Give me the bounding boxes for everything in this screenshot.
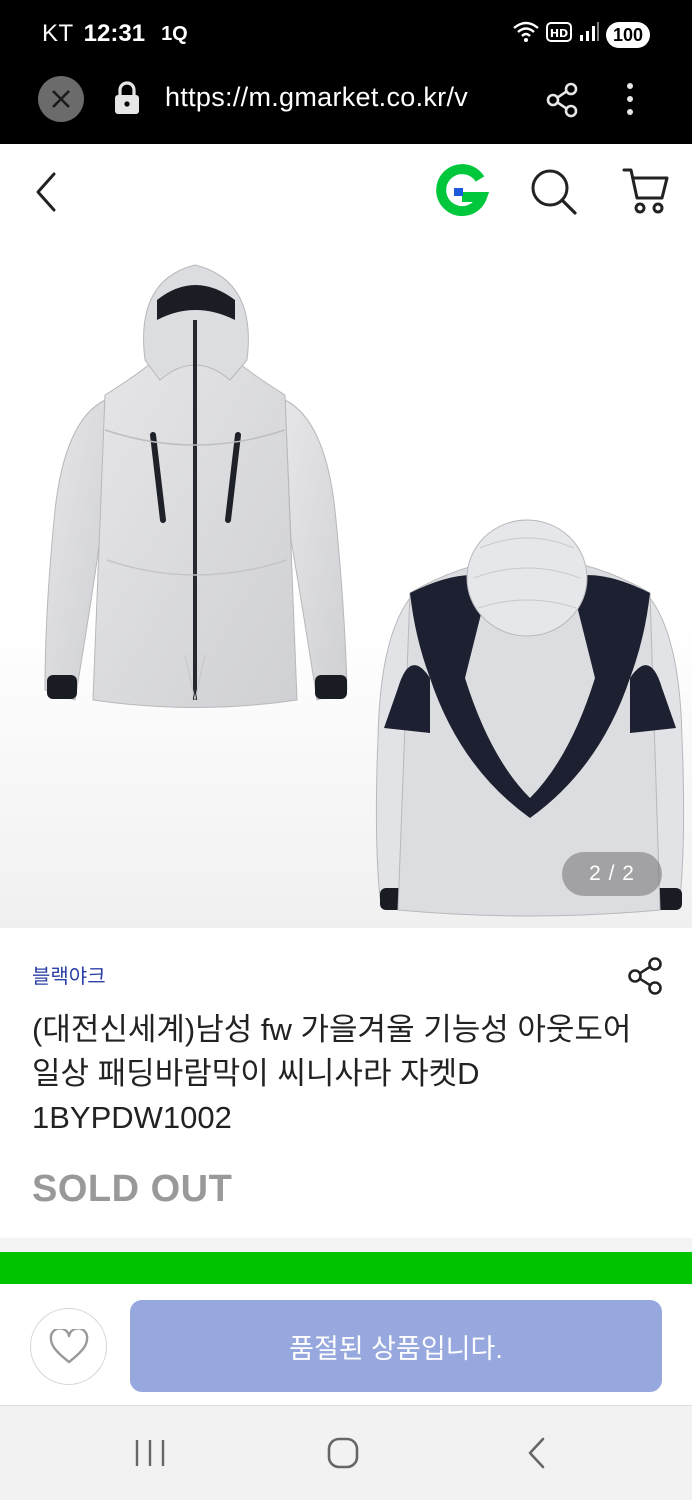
recent-apps-button[interactable] [134,1438,166,1473]
chevron-left-icon [528,1437,545,1469]
back-button[interactable] [28,166,68,218]
battery-badge: 100 [605,21,650,48]
share-button[interactable] [545,82,579,123]
share-icon [546,82,578,118]
sold-out-button[interactable]: 품절된 상품입니다. [130,1300,662,1392]
recent-apps-icon [135,1440,165,1466]
brand-link[interactable]: 블랙야크 [32,960,106,989]
share-icon [628,957,662,995]
jacket-front-image [44,264,348,708]
home-icon [327,1437,359,1469]
product-share-button[interactable] [626,956,664,1001]
clock: 12:31 [83,20,146,47]
product-image-gallery[interactable]: 2 / 2 [0,240,692,928]
status-right: HD 100 [512,20,650,49]
gmarket-logo-button[interactable] [432,164,490,225]
app-header [0,144,692,240]
cart-button[interactable] [620,164,672,223]
product-info: 블랙야크 (대전신세계)남성 fw 가을겨울 기능성 아웃도어 일상 패딩바람막… [0,928,692,1238]
url-field[interactable]: https://m.gmarket.co.kr/v [165,82,520,113]
search-button[interactable] [528,166,580,223]
home-button[interactable] [326,1436,360,1475]
green-banner-strip [0,1252,692,1284]
status-extra-label: 1Q [161,22,188,45]
hd-icon: HD [545,21,572,48]
more-vertical-icon [627,83,633,115]
status-bar: KT 12:31 1Q HD 100 [0,0,692,66]
close-icon [52,90,70,108]
status-left: KT 12:31 1Q [42,20,188,48]
signal-icon [578,21,600,48]
close-tab-button[interactable] [38,76,84,122]
system-nav-bar [0,1406,692,1500]
chevron-left-icon [36,172,56,212]
lock-icon [113,80,141,121]
section-divider [0,1238,692,1252]
sold-out-label: SOLD OUT [32,1168,233,1210]
carrier-label: KT [42,20,74,47]
svg-text:HD: HD [550,27,568,40]
cart-icon [622,168,669,214]
image-page-indicator: 2 / 2 [562,852,662,896]
gmarket-logo-icon [436,164,490,217]
system-back-button[interactable] [524,1436,550,1475]
search-icon [531,169,577,215]
wifi-icon [512,20,540,49]
heart-icon [49,1328,88,1363]
bottom-action-bar: 품절된 상품입니다. [0,1284,692,1406]
more-options-button[interactable] [620,80,640,123]
browser-url-bar: https://m.gmarket.co.kr/v [0,66,692,144]
wishlist-button[interactable] [30,1308,107,1385]
product-title: (대전신세계)남성 fw 가을겨울 기능성 아웃도어 일상 패딩바람막이 씨니사… [32,1012,632,1135]
